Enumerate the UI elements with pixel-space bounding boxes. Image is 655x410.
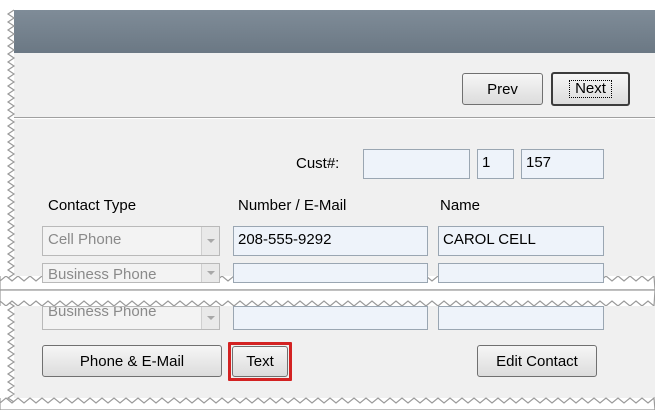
next-button-label: Next <box>569 80 612 98</box>
number-email-header: Number / E-Mail <box>238 197 347 214</box>
chevron-down-icon[interactable] <box>201 227 219 255</box>
torn-edge-bottom <box>0 396 655 410</box>
separator-line <box>14 117 655 119</box>
phone-email-button[interactable]: Phone & E-Mail <box>42 345 222 377</box>
text-button-label: Text <box>246 353 274 370</box>
contact-type-value-3: Business Phone <box>48 306 157 320</box>
prev-button-label: Prev <box>487 80 518 98</box>
text-button[interactable]: Text <box>232 346 288 377</box>
number-field-2[interactable] <box>233 263 428 283</box>
contact-type-select-3[interactable]: Business Phone <box>42 306 220 330</box>
chevron-down-icon[interactable] <box>201 307 219 329</box>
edit-contact-button-label: Edit Contact <box>496 352 578 370</box>
name-field-2[interactable] <box>438 263 604 283</box>
edit-contact-button[interactable]: Edit Contact <box>477 345 597 377</box>
contact-type-select-1[interactable]: Cell Phone <box>42 226 220 256</box>
phone-email-button-label: Phone & E-Mail <box>79 352 185 370</box>
name-field-1[interactable]: CAROL CELL <box>438 226 604 256</box>
cust-label: Cust#: <box>296 155 340 172</box>
cust-field-1[interactable] <box>363 149 470 179</box>
number-field-3[interactable] <box>233 306 428 330</box>
contact-type-value-1: Cell Phone <box>48 231 122 248</box>
chevron-down-icon[interactable] <box>201 264 219 282</box>
prev-button[interactable]: Prev <box>462 73 543 105</box>
cust-field-2[interactable]: 1 <box>477 149 514 179</box>
torn-edge-left <box>6 9 16 403</box>
number-field-1[interactable]: 208-555-9292 <box>233 226 428 256</box>
contact-type-value-2: Business Phone <box>48 266 157 283</box>
name-field-3[interactable] <box>438 306 604 330</box>
cust-field-3[interactable]: 157 <box>521 149 604 179</box>
window-title-bar <box>14 10 655 53</box>
contact-type-select-2[interactable]: Business Phone <box>42 263 220 283</box>
contact-type-header: Contact Type <box>48 197 137 214</box>
name-header: Name <box>440 197 481 214</box>
next-button[interactable]: Next <box>551 72 630 106</box>
